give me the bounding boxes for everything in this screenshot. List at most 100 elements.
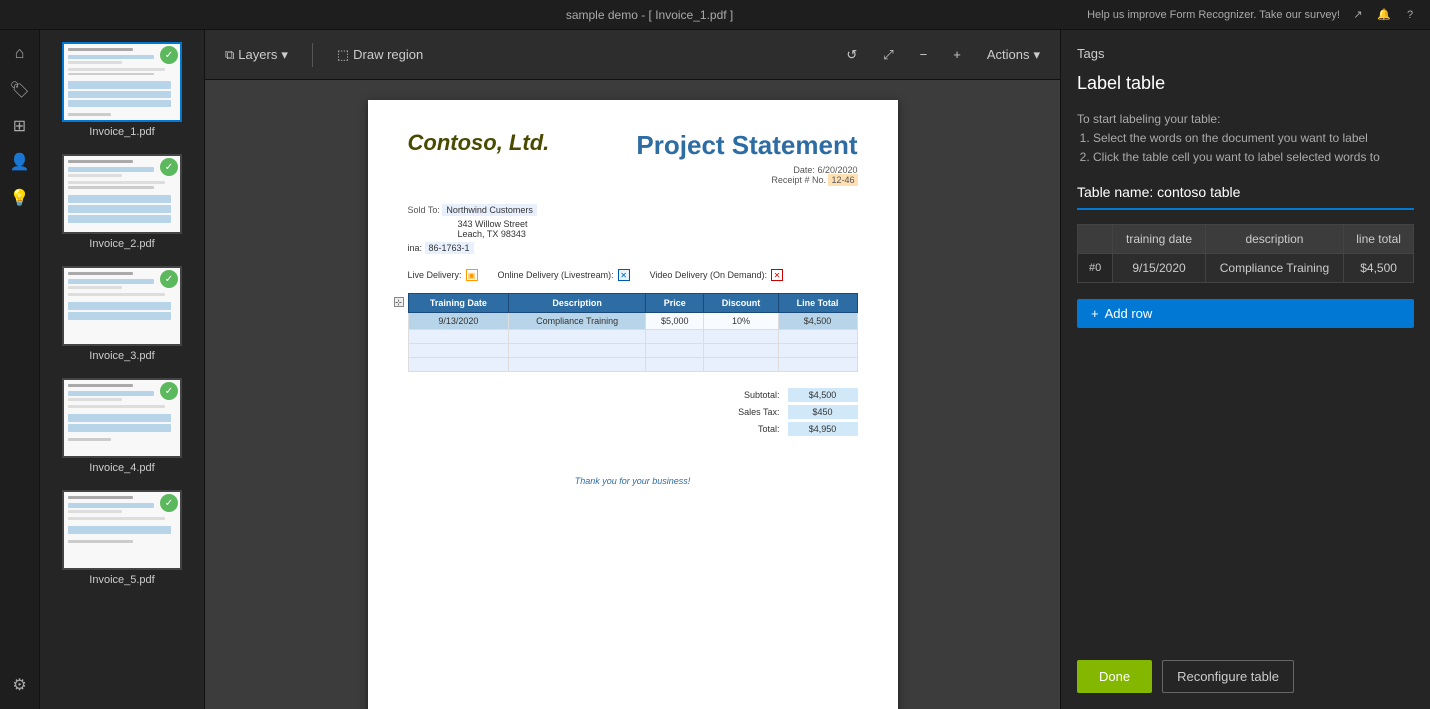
done-button[interactable]: Done	[1077, 660, 1152, 693]
layers-chevron-icon: ▾	[281, 47, 288, 63]
total-label: Total:	[710, 424, 780, 434]
invoice-header: Contoso, Ltd. Project Statement Date: 6/…	[408, 130, 858, 185]
file-panel: ✓ Invoice_1.pdf ✓ Invoice_2.pdf	[40, 30, 205, 709]
delivery-video-label: Video Delivery (On Demand):	[650, 270, 767, 280]
file-name-5: Invoice_5.pdf	[89, 574, 154, 586]
instructions-intro: To start labeling your table:	[1077, 112, 1220, 126]
label-td-training-date[interactable]: 9/15/2020	[1113, 253, 1205, 282]
table-row: 9/13/2020 Compliance Training $5,000 10%…	[408, 313, 857, 330]
td-empty	[646, 330, 704, 344]
file-item-invoice5[interactable]: ✓ Invoice_5.pdf	[44, 486, 200, 590]
invoice-table-wrap: ⊹ Training Date Description Price Discou…	[408, 293, 858, 372]
table-name-label: Table name: contoso table	[1077, 184, 1414, 210]
ira-label: ina:	[408, 243, 423, 253]
label-table-header-row: training date description line total	[1078, 224, 1414, 253]
delivery-section: Live Delivery: ▣ Online Delivery (Livest…	[408, 269, 858, 281]
actions-button[interactable]: Actions ▾	[979, 42, 1048, 68]
file-item-invoice3[interactable]: ✓ Invoice_3.pdf	[44, 262, 200, 366]
td-empty	[408, 330, 509, 344]
subtotal-label: Subtotal:	[710, 390, 780, 400]
top-bar: sample demo - [ Invoice_1.pdf ] Help us …	[0, 0, 1430, 30]
th-rownum	[1078, 224, 1113, 253]
sold-to-section: Sold To: Northwind Customers 343 Willow …	[408, 205, 858, 253]
delivery-live-label: Live Delivery:	[408, 270, 462, 280]
draw-region-button[interactable]: ⬚ Draw region	[329, 42, 431, 68]
delivery-online-icon: ✕	[618, 269, 630, 281]
row-num-0: #0	[1078, 253, 1113, 282]
zoom-in-button[interactable]: +	[945, 42, 969, 67]
file-thumbnail-3: ✓	[62, 266, 182, 346]
file-check-1: ✓	[160, 46, 178, 64]
td-price: $5,000	[646, 313, 704, 330]
file-item-invoice1[interactable]: ✓ Invoice_1.pdf	[44, 38, 200, 142]
nav-grid[interactable]: ⊞	[4, 110, 36, 142]
add-row-label: Add row	[1105, 306, 1153, 321]
nav-document[interactable]	[4, 426, 36, 458]
external-link-icon[interactable]: ↗	[1350, 7, 1366, 23]
doc-area: ⧉ Layers ▾ ⬚ Draw region ↺ ⤢ − + Actions…	[205, 30, 1060, 709]
file-check-3: ✓	[160, 270, 178, 288]
td-empty	[509, 358, 646, 372]
th-price: Price	[646, 294, 704, 313]
doc-scroll[interactable]: Contoso, Ltd. Project Statement Date: 6/…	[205, 80, 1060, 709]
layers-button[interactable]: ⧉ Layers ▾	[217, 42, 296, 68]
file-name-3: Invoice_3.pdf	[89, 350, 154, 362]
nav-person[interactable]: 👤	[4, 146, 36, 178]
file-item-invoice4[interactable]: ✓ Invoice_4.pdf	[44, 374, 200, 478]
file-check-5: ✓	[160, 494, 178, 512]
delivery-video-icon: ✕	[771, 269, 783, 281]
date-label: Date:	[793, 165, 815, 175]
invoice-totals: Subtotal: $4,500 Sales Tax: $450 Total: …	[408, 388, 858, 436]
nav-settings[interactable]: ⚙	[4, 669, 36, 701]
th-training-date: training date	[1113, 224, 1205, 253]
file-check-2: ✓	[160, 158, 178, 176]
th-description: Description	[509, 294, 646, 313]
file-check-4: ✓	[160, 382, 178, 400]
file-item-invoice2[interactable]: ✓ Invoice_2.pdf	[44, 150, 200, 254]
icon-nav: ⌂ 🏷 ⊞ 👤 💡 ⚙	[0, 30, 40, 709]
receipt-value: 12-46	[828, 174, 857, 186]
zoom-out-button[interactable]: −	[912, 42, 936, 67]
reconfigure-button[interactable]: Reconfigure table	[1162, 660, 1294, 693]
table-row-empty-1	[408, 330, 857, 344]
td-empty	[509, 344, 646, 358]
history-button[interactable]: ↺	[838, 42, 865, 68]
address2: Leach, TX 98343	[458, 229, 858, 239]
td-empty	[704, 344, 778, 358]
file-thumbnail-2: ✓	[62, 154, 182, 234]
td-empty	[778, 330, 857, 344]
notifications-icon[interactable]: 🔔	[1376, 7, 1392, 23]
td-empty	[408, 344, 509, 358]
ira-value: 86-1763-1	[425, 242, 474, 254]
td-empty	[778, 358, 857, 372]
delivery-video: Video Delivery (On Demand): ✕	[650, 269, 783, 281]
td-discount: 10%	[704, 313, 778, 330]
help-icon[interactable]: ?	[1402, 7, 1418, 23]
table-grip[interactable]: ⊹	[394, 293, 406, 372]
delivery-online: Online Delivery (Livestream): ✕	[498, 269, 630, 281]
invoice-document: Contoso, Ltd. Project Statement Date: 6/…	[368, 100, 898, 709]
help-text: Help us improve Form Recognizer. Take ou…	[1087, 9, 1340, 21]
td-empty	[408, 358, 509, 372]
sold-to-label: Sold To:	[408, 205, 440, 215]
nav-lightbulb[interactable]: 💡	[4, 182, 36, 214]
add-row-button[interactable]: + Add row	[1077, 299, 1414, 328]
main-layout: ⌂ 🏷 ⊞ 👤 💡 ⚙ ✓	[0, 30, 1430, 709]
receipt-label: Receipt # No.	[771, 175, 826, 185]
subtotal-row: Subtotal: $4,500	[710, 388, 858, 402]
invoice-meta: Date: 6/20/2020 Receipt # No. 12-46	[636, 165, 857, 185]
invoice-logo: Contoso, Ltd.	[408, 130, 550, 156]
instruction-step2: Click the table cell you want to label s…	[1093, 148, 1414, 167]
table-grip-icon: ⊹	[394, 297, 404, 307]
delivery-live: Live Delivery: ▣	[408, 269, 478, 281]
draw-region-icon: ⬚	[337, 47, 349, 63]
file-name-4: Invoice_4.pdf	[89, 462, 154, 474]
nav-home[interactable]: ⌂	[4, 38, 36, 70]
label-td-line-total[interactable]: $4,500	[1344, 253, 1414, 282]
fullscreen-button[interactable]: ⤢	[875, 42, 901, 68]
invoice-title: Project Statement	[636, 130, 857, 161]
table-row-empty-3	[408, 358, 857, 372]
label-td-description[interactable]: Compliance Training	[1205, 253, 1343, 282]
top-bar-right: Help us improve Form Recognizer. Take ou…	[1087, 7, 1418, 23]
nav-tag[interactable]: 🏷	[4, 74, 36, 106]
